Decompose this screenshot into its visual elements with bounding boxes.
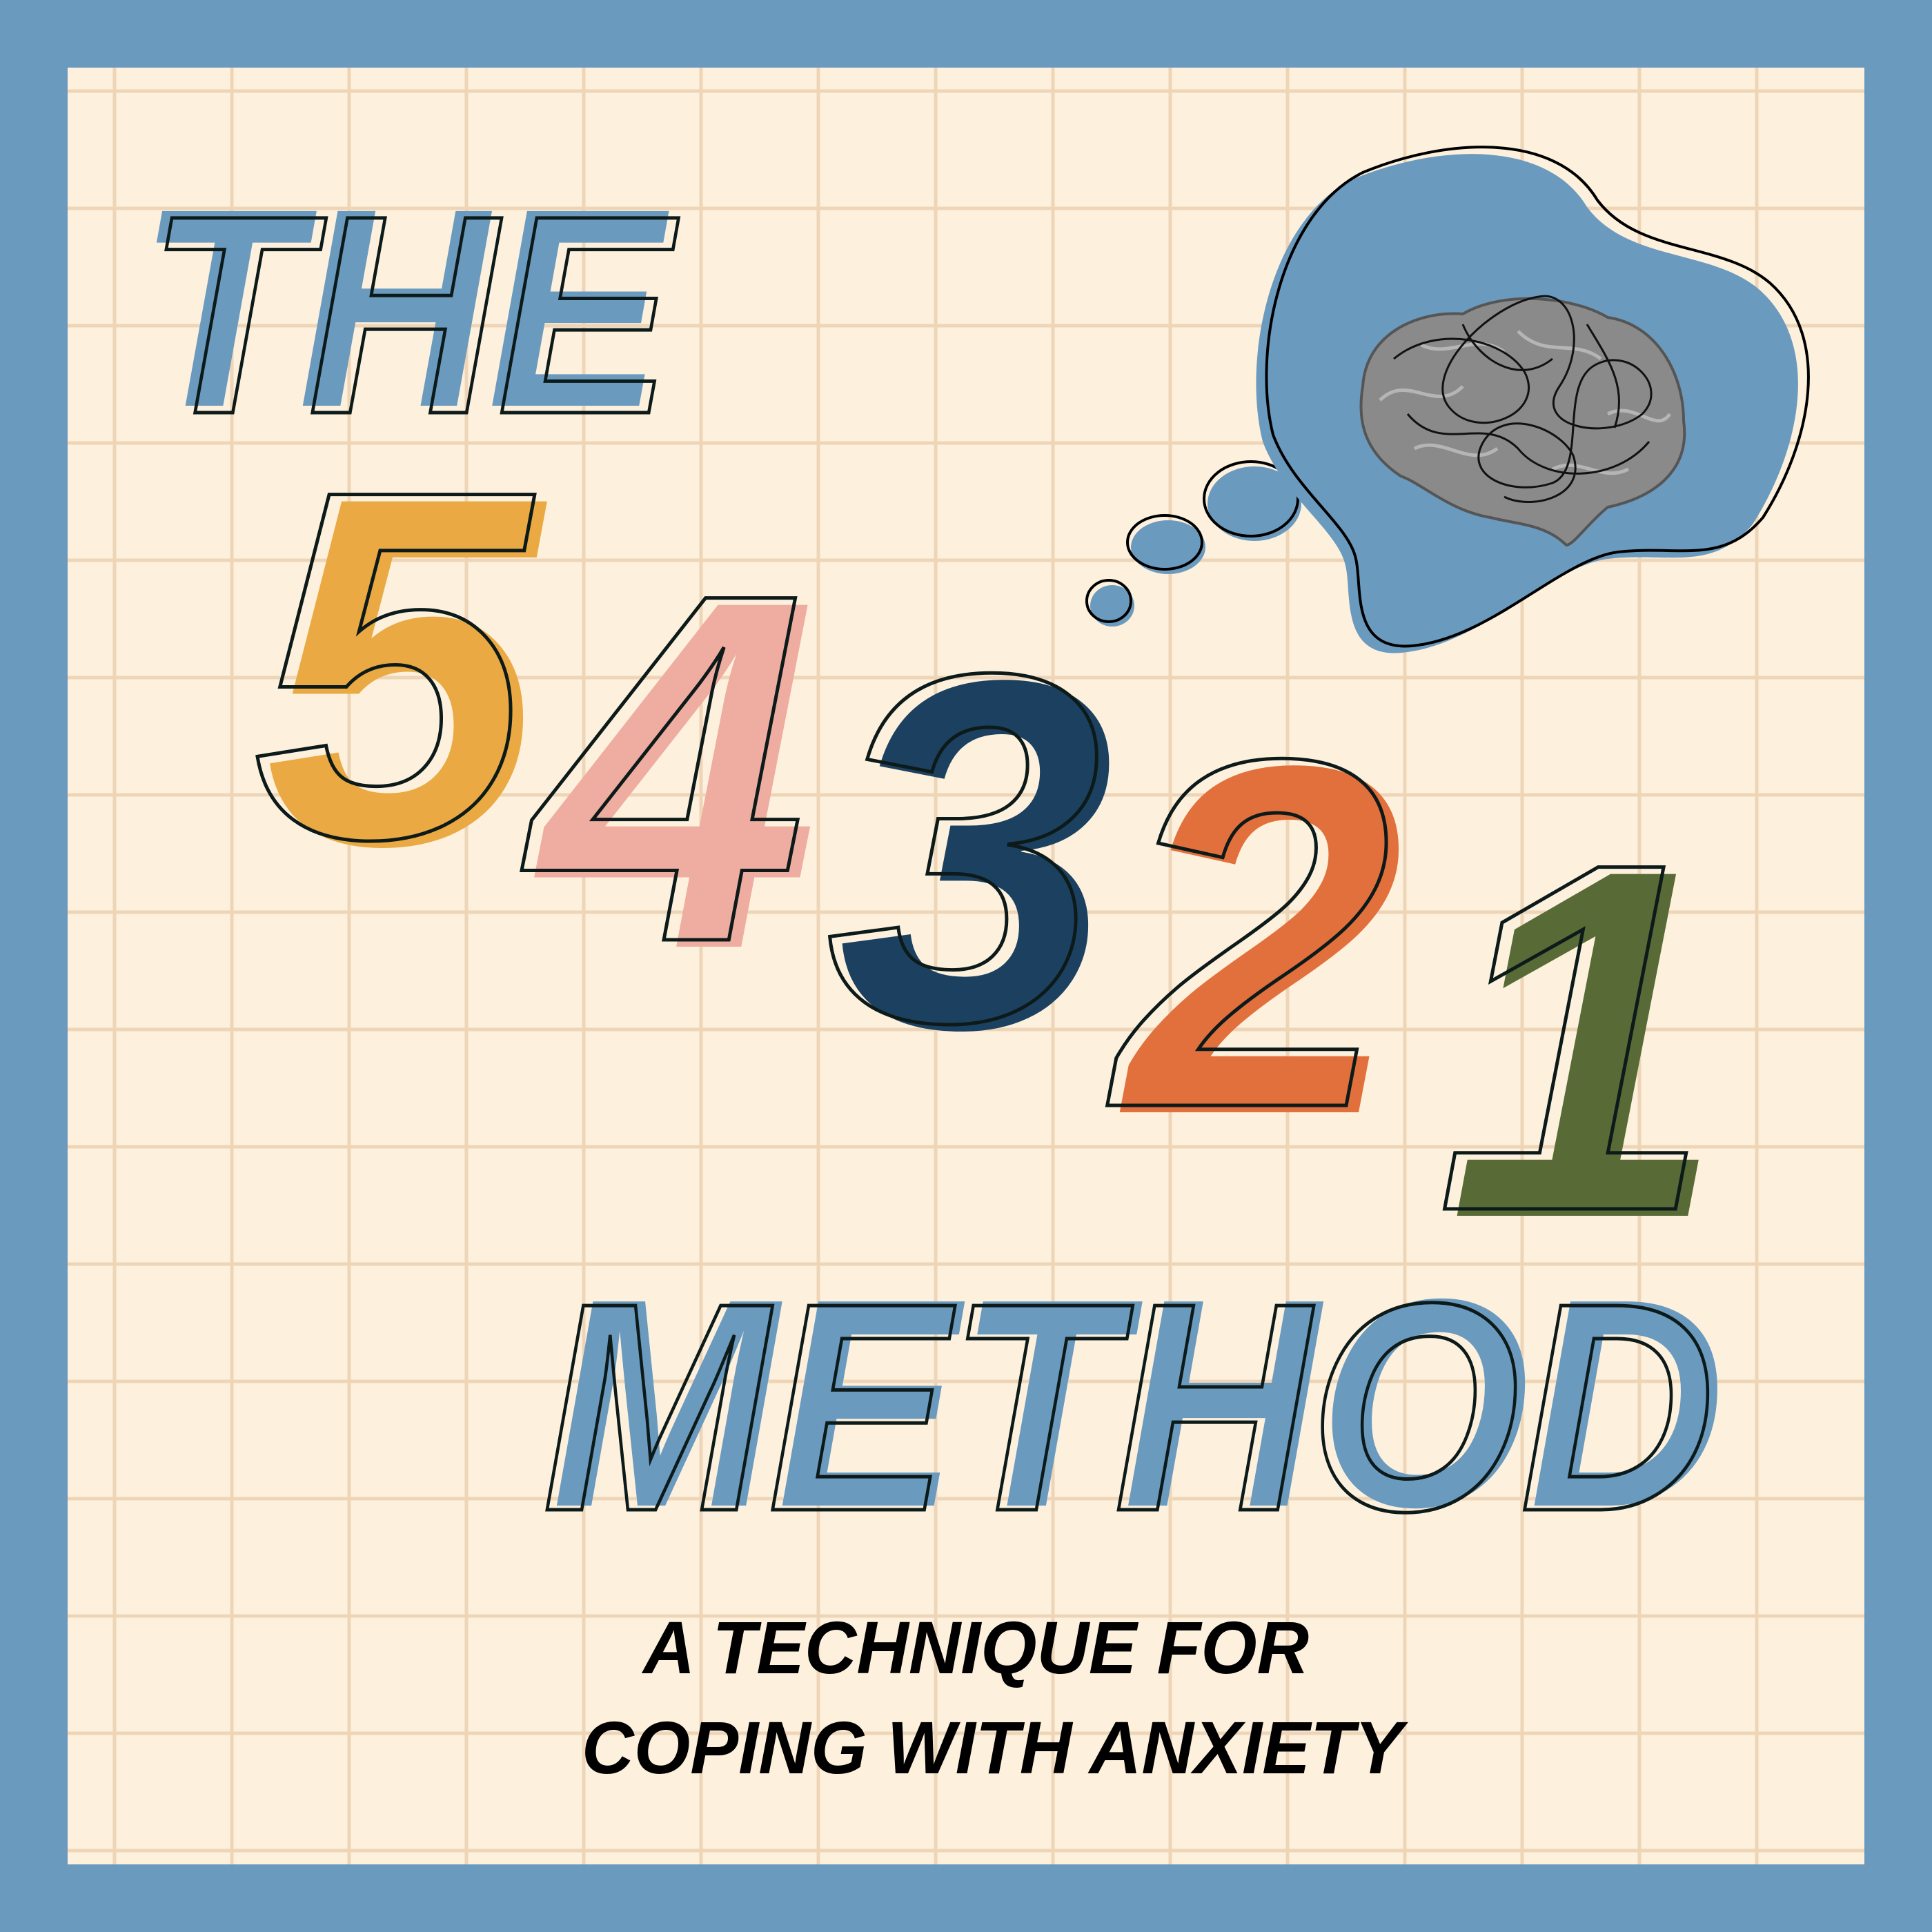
poster: THE THE 5 5 4 4 3 3 2 2 1 1 METHOD METHO… (0, 0, 1932, 1932)
digit-2: 2 2 (1105, 654, 1403, 1219)
digit-5: 5 5 (251, 385, 553, 949)
title-method: METHOD METHOD (541, 1238, 1726, 1575)
subtitle-line-1: A TECHNIQUE FOR (641, 1606, 1309, 1689)
digit-5-outline: 5 (253, 386, 540, 942)
digit-1: 1 1 (1435, 758, 1726, 1322)
digit-3-outline: 3 (826, 570, 1102, 1125)
thought-dot-medium (1131, 520, 1205, 574)
digit-1-outline: 1 (1437, 759, 1713, 1314)
digit-4: 4 4 (513, 489, 818, 1053)
digit-2-outline: 2 (1107, 656, 1392, 1211)
digit-4-outline: 4 (515, 490, 807, 1045)
digit-3: 3 3 (825, 569, 1115, 1133)
title-method-outline: METHOD (542, 1242, 1715, 1573)
subtitle-line-2: COPING WITH ANXIETY (582, 1706, 1409, 1789)
